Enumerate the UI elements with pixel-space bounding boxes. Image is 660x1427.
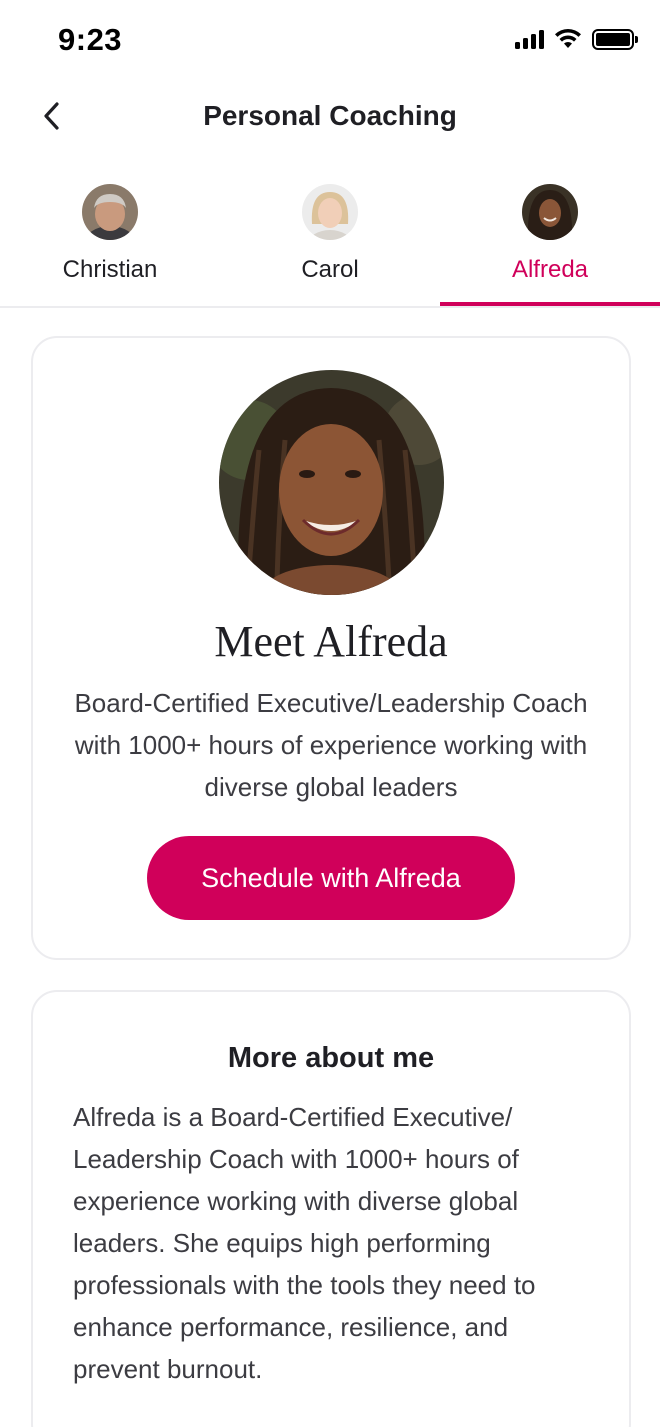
status-bar: 9:23: [0, 0, 660, 84]
cellular-signal-icon: [515, 29, 544, 49]
active-tab-indicator: [440, 302, 660, 306]
tab-label: Christian: [62, 256, 158, 283]
coach-intro-card: Meet Alfreda Board-Certified Executive/L…: [31, 336, 631, 960]
avatar: [302, 184, 358, 240]
coach-description: Board-Certified Executive/Leadership Coa…: [74, 688, 588, 802]
schedule-button[interactable]: Schedule with Alfreda: [147, 836, 515, 920]
page-title: Personal Coaching: [203, 100, 457, 131]
status-time: 9:23: [58, 22, 123, 57]
coach-heading: Meet Alfreda: [214, 617, 448, 666]
tab-label: Alfreda: [511, 256, 589, 283]
battery-icon: [592, 28, 638, 50]
about-text: Alfreda is a Board-Certified Executive/ …: [73, 1102, 536, 1384]
about-heading: More about me: [227, 1042, 435, 1074]
wifi-icon: [555, 28, 581, 48]
tab-alfreda[interactable]: Alfreda: [440, 180, 660, 306]
coach-photo: [219, 370, 444, 595]
tab-carol[interactable]: Carol: [220, 180, 440, 306]
about-card: More about me Alfreda is a Board-Certifi…: [31, 990, 631, 1427]
avatar: [522, 184, 578, 240]
status-icons: [515, 28, 638, 50]
coach-tabs: Christian Carol Alfreda: [0, 180, 660, 308]
tab-label: Carol: [301, 256, 359, 283]
avatar: [82, 184, 138, 240]
screen: 9:23 Personal Coaching Christian Carol A…: [0, 0, 660, 1427]
nav-header: Personal Coaching: [0, 84, 660, 150]
tab-christian[interactable]: Christian: [0, 180, 220, 306]
